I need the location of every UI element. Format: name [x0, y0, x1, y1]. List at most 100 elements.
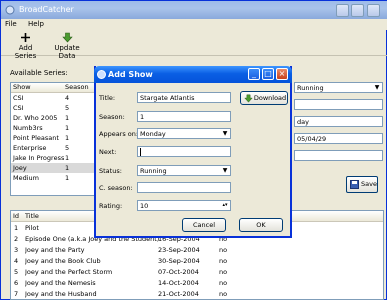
series-row[interactable]: Dr. Who 2005 1	[11, 113, 101, 123]
spin-arrows-icon[interactable]: ▴▾	[220, 201, 230, 210]
series-season: 5	[65, 104, 70, 112]
dialog-minimize-button[interactable]: _	[248, 68, 260, 80]
current-season-label: C. season:	[99, 184, 133, 192]
menu-file[interactable]: File	[5, 20, 17, 28]
details-field-5[interactable]	[294, 150, 383, 161]
details-field-date[interactable]: 05/04/29	[294, 133, 383, 144]
next-input[interactable]	[137, 146, 231, 157]
episode-flag: no	[219, 246, 228, 254]
episode-flag: no	[219, 268, 228, 276]
column-id[interactable]: Id	[13, 212, 19, 220]
episode-flag: no	[219, 257, 228, 265]
title-label: Title:	[99, 94, 116, 102]
episode-flag: no	[219, 290, 228, 298]
season-label: Season:	[99, 113, 125, 121]
series-season: 1	[65, 134, 70, 142]
menu-help[interactable]: Help	[28, 20, 44, 28]
status-combo-dialog[interactable]: Running ▼	[137, 165, 231, 176]
column-season[interactable]: Season	[65, 83, 89, 91]
episode-row[interactable]: 5 Joey and the Perfect Storm 07-Oct-2004 no	[11, 266, 383, 277]
series-row[interactable]: CSI 4	[11, 93, 101, 103]
series-row[interactable]: Point Pleasant 1	[11, 133, 101, 143]
episode-row[interactable]: 7 Joey and the Husband 21-Oct-2004 no	[11, 288, 383, 299]
date-value: 05/04/29	[297, 135, 327, 143]
series-show: Dr. Who 2005	[13, 114, 58, 122]
series-row[interactable]: Joey 1	[11, 163, 101, 173]
save-button[interactable]: Save	[346, 176, 378, 193]
series-show: Numb3rs	[13, 124, 43, 132]
ok-button[interactable]: OK	[239, 218, 283, 232]
rating-value: 10	[140, 202, 149, 210]
series-details-panel: Running ▼ day 05/04/29	[294, 82, 383, 167]
series-show: Point Pleasant	[13, 134, 59, 142]
episode-date: 07-Oct-2004	[158, 268, 199, 276]
episode-date: 30-Sep-2004	[158, 257, 200, 265]
column-show[interactable]: Show	[13, 83, 31, 91]
main-window-title: BroadCatcher	[19, 5, 74, 14]
series-show: Enterprise	[13, 144, 47, 152]
series-row[interactable]: CSI 5	[11, 103, 101, 113]
download-button[interactable]: Download	[240, 91, 288, 105]
series-row[interactable]: Jake In Progress 1	[11, 153, 101, 163]
available-series-label: Available Series:	[10, 69, 68, 77]
status-value: Running	[140, 167, 167, 175]
add-icon	[21, 33, 30, 42]
current-season-input[interactable]	[137, 182, 231, 193]
toolbar: Add Series Update Data	[1, 30, 387, 60]
episode-row[interactable]: 4 Joey and the Book Club 30-Sep-2004 no	[11, 255, 383, 266]
details-field-day[interactable]: day	[294, 116, 383, 127]
app-icon	[5, 5, 15, 15]
cancel-button[interactable]: Cancel	[182, 218, 226, 232]
series-show: Joey	[13, 164, 27, 172]
appears-on-label: Appears on:	[99, 130, 139, 138]
dialog-close-button[interactable]: ×	[276, 68, 288, 80]
episode-id: 5	[14, 268, 19, 276]
add-series-label: Add Series	[14, 44, 37, 60]
series-season: 1	[65, 114, 70, 122]
series-show: Jake In Progress	[13, 154, 65, 162]
season-input[interactable]: 1	[137, 111, 231, 122]
main-close-button[interactable]	[367, 4, 380, 17]
details-field-1[interactable]	[294, 99, 383, 110]
episode-date: 21-Oct-2004	[158, 290, 199, 298]
series-list-header: Show Season	[11, 83, 101, 93]
series-season: 1	[65, 164, 70, 172]
dialog-maximize-button[interactable]: □	[262, 68, 274, 80]
menubar: File Help	[1, 19, 387, 30]
episode-row[interactable]: 3 Joey and the Party 23-Sep-2004 no	[11, 244, 383, 255]
series-row[interactable]: Enterprise 5	[11, 143, 101, 153]
chevron-down-icon: ▼	[220, 166, 230, 175]
episode-date: 23-Sep-2004	[158, 246, 200, 254]
series-list[interactable]: Show Season CSI 4 CSI 5 Dr. Who 2005 1 Numb3rs…	[10, 82, 102, 196]
title-input[interactable]: Stargate Atlantis	[137, 92, 231, 103]
add-series-button[interactable]: Add Series	[8, 32, 43, 60]
series-row[interactable]: Numb3rs 1	[11, 123, 101, 133]
series-show: CSI	[13, 104, 24, 112]
rating-spin[interactable]: 10 ▴▾	[137, 200, 231, 211]
appears-on-combo[interactable]: Monday ▼	[137, 128, 231, 139]
status-combo-value: Running	[297, 84, 324, 92]
update-data-button[interactable]: Update Data	[47, 32, 87, 60]
series-show: CSI	[13, 94, 24, 102]
series-show: Medium	[13, 174, 39, 182]
episode-id: 4	[14, 257, 19, 265]
download-button-label: Download	[253, 94, 287, 102]
series-season: 1	[65, 124, 70, 132]
dialog-app-icon	[97, 70, 106, 79]
main-titlebar: BroadCatcher	[1, 1, 387, 19]
add-show-dialog: Add Show _ □ × Title: Stargate Atlantis …	[94, 66, 292, 238]
column-title[interactable]: Title	[25, 212, 39, 220]
save-button-label: Save	[361, 180, 377, 188]
main-maximize-button[interactable]	[351, 4, 364, 17]
next-label: Next:	[99, 148, 117, 156]
day-value: day	[297, 118, 309, 126]
appears-on-value: Monday	[140, 130, 166, 138]
series-row[interactable]: Medium 1	[11, 173, 101, 183]
episode-id: 3	[14, 246, 19, 254]
rating-label: Rating:	[99, 202, 123, 210]
download-arrow-icon	[61, 32, 73, 43]
status-combo[interactable]: Running ▼	[294, 82, 383, 93]
episode-id: 6	[14, 279, 19, 287]
episode-row[interactable]: 6 Joey and the Nemesis 14-Oct-2004 no	[11, 277, 383, 288]
main-minimize-button[interactable]	[336, 4, 349, 17]
